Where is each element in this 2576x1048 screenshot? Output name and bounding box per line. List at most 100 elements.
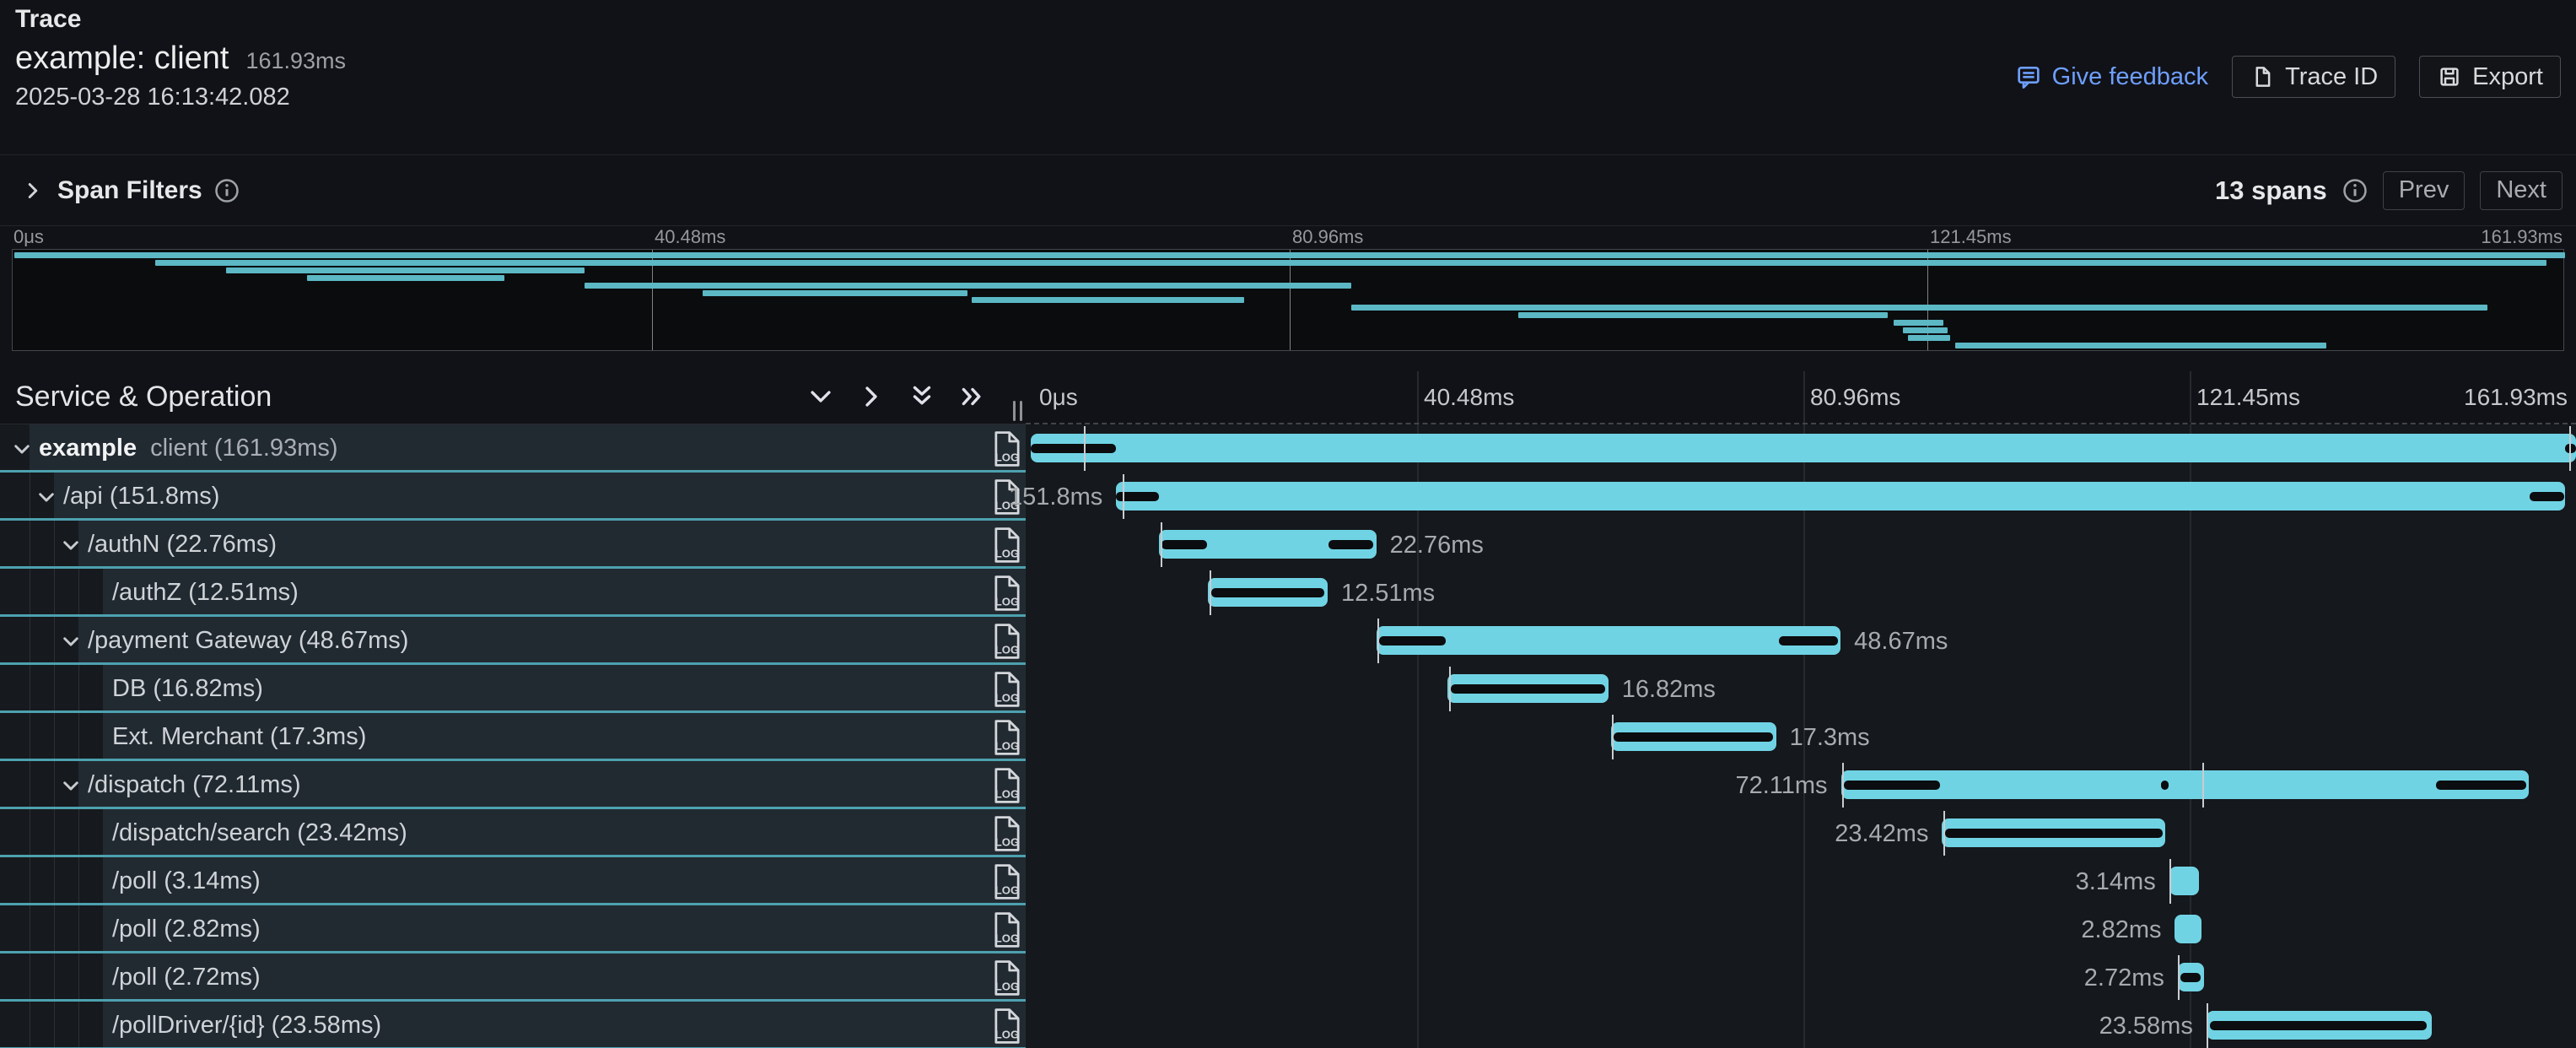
span-child-stripe <box>1779 636 1838 646</box>
expand-one-button[interactable] <box>857 382 886 411</box>
expand-all-button[interactable] <box>958 382 987 411</box>
trace-view: Trace example: client 161.93ms 2025-03-2… <box>0 0 2576 1048</box>
span-child-stripe <box>2530 492 2564 501</box>
log-icon[interactable]: LOG <box>992 766 1022 809</box>
trace-id-button[interactable]: Trace ID <box>2232 56 2395 98</box>
span-name-cell[interactable]: exampleclient (161.93ms)LOG <box>0 424 1026 473</box>
span-duration-label: 2.82ms <box>2081 916 2161 944</box>
ruler-tick-label: 40.48ms <box>1424 384 1514 411</box>
span-bar[interactable] <box>2169 867 2200 895</box>
table-row[interactable]: exampleclient (161.93ms)LOG <box>0 424 2576 473</box>
log-icon[interactable]: LOG <box>992 429 1022 473</box>
collapse-one-button[interactable] <box>806 382 835 411</box>
svg-text:LOG: LOG <box>995 1029 1019 1041</box>
minimap-tick-label: 40.48ms <box>655 226 725 248</box>
log-icon[interactable]: LOG <box>992 1007 1022 1048</box>
span-name-cell[interactable]: /authZ (12.51ms)LOG <box>0 569 1026 617</box>
row-chevron-down-icon[interactable] <box>60 775 82 801</box>
row-chevron-down-icon[interactable] <box>60 630 82 656</box>
export-button[interactable]: Export <box>2419 56 2561 98</box>
span-bar[interactable] <box>1031 434 2576 462</box>
table-row[interactable]: /authN (22.76ms)LOG22.76ms <box>0 521 2576 569</box>
span-filters-toggle[interactable]: Span Filters <box>0 176 240 205</box>
span-duration-label: 17.3ms <box>1790 724 1870 752</box>
span-name-cell[interactable]: Ext. Merchant (17.3ms)LOG <box>0 713 1026 761</box>
span-bar[interactable] <box>1159 530 1376 559</box>
span-log-marker <box>2569 426 2571 471</box>
log-icon[interactable]: LOG <box>992 622 1022 665</box>
row-chevron-down-icon[interactable] <box>11 438 33 464</box>
span-log-marker <box>2202 763 2204 808</box>
ruler-gridline <box>2190 371 2191 423</box>
span-bar[interactable] <box>1447 674 1608 703</box>
log-icon[interactable]: LOG <box>992 574 1022 617</box>
row-chevron-down-icon[interactable] <box>35 486 57 512</box>
table-row[interactable]: /poll (3.14ms)LOG3.14ms <box>0 857 2576 905</box>
indent-guide <box>54 761 55 807</box>
span-name-cell[interactable]: /poll (3.14ms)LOG <box>0 857 1026 905</box>
log-icon[interactable]: LOG <box>992 862 1022 905</box>
span-log-marker <box>2178 955 2180 1000</box>
span-log-marker <box>1161 522 1162 567</box>
span-bar[interactable] <box>1841 770 2530 799</box>
span-name-cell[interactable]: DB (16.82ms)LOG <box>0 665 1026 713</box>
table-row[interactable]: /poll (2.72ms)LOG2.72ms <box>0 953 2576 1002</box>
row-chevron-down-icon[interactable] <box>60 534 82 560</box>
log-icon[interactable]: LOG <box>992 526 1022 569</box>
span-bar[interactable] <box>1611 722 1776 751</box>
log-icon[interactable]: LOG <box>992 670 1022 713</box>
indent-guide <box>78 665 79 710</box>
table-row[interactable]: /poll (2.82ms)LOG 2.82ms <box>0 905 2576 953</box>
span-name-cell[interactable]: /pollDriver/{id} (23.58ms) LOG <box>0 1002 1026 1048</box>
timeline-minimap[interactable] <box>12 249 2564 351</box>
svg-text:LOG: LOG <box>995 548 1019 560</box>
log-icon[interactable]: LOG <box>992 959 1022 1002</box>
info-circle-icon[interactable] <box>2342 178 2368 203</box>
span-name-cell[interactable]: /authN (22.76ms)LOG <box>0 521 1026 569</box>
span-name-cell[interactable]: /dispatch/search (23.42ms)LOG <box>0 809 1026 857</box>
info-circle-icon[interactable] <box>214 178 240 203</box>
table-row[interactable]: /pollDriver/{id} (23.58ms)LOG23.58ms <box>0 1002 2576 1048</box>
table-row[interactable]: /payment Gateway (48.67ms)LOG48.67ms <box>0 617 2576 665</box>
span-bar[interactable] <box>2175 915 2201 943</box>
span-bar[interactable] <box>2207 1011 2432 1040</box>
panel-resize-handle[interactable] <box>1013 401 1022 421</box>
span-name-cell[interactable]: /dispatch (72.11ms)LOG <box>0 761 1026 809</box>
span-bar[interactable] <box>1208 578 1328 607</box>
table-row[interactable]: /dispatch (72.11ms)LOG 72.11ms <box>0 761 2576 809</box>
log-icon[interactable]: LOG <box>992 910 1022 953</box>
span-name-cell[interactable]: /payment Gateway (48.67ms)LOG <box>0 617 1026 665</box>
table-row[interactable]: /authZ (12.51ms)LOG12.51ms <box>0 569 2576 617</box>
collapse-all-button[interactable] <box>908 382 936 411</box>
give-feedback-link[interactable]: Give feedback <box>2015 63 2208 91</box>
span-bar[interactable] <box>2178 963 2204 991</box>
span-duration-label: 72.11ms <box>1735 772 1827 800</box>
collapse-toolbar <box>806 382 987 411</box>
ruler-tick-label: 0μs <box>1039 384 1078 411</box>
span-bar[interactable] <box>1377 626 1841 655</box>
table-row[interactable]: DB (16.82ms)LOG16.82ms <box>0 665 2576 713</box>
span-rows: exampleclient (161.93ms)LOG/api (151.8ms… <box>0 424 2576 1048</box>
span-name-cell[interactable]: /poll (2.82ms)LOG <box>0 905 1026 953</box>
table-row[interactable]: Ext. Merchant (17.3ms)LOG 17.3ms <box>0 713 2576 761</box>
prev-span-button[interactable]: Prev <box>2383 171 2466 210</box>
next-span-button[interactable]: Next <box>2480 171 2563 210</box>
minimap-span-bar <box>1518 312 1887 318</box>
svg-text:LOG: LOG <box>995 836 1019 849</box>
log-icon[interactable]: LOG <box>992 814 1022 857</box>
table-row[interactable]: /api (151.8ms)LOG151.8ms <box>0 473 2576 521</box>
indent-guide <box>54 665 55 710</box>
minimap-tick-label: 161.93ms <box>2481 226 2563 248</box>
span-name: /pollDriver/{id} (23.58ms) <box>112 1012 381 1040</box>
span-log-marker <box>1842 763 1844 808</box>
span-name-cell[interactable]: /poll (2.72ms)LOG <box>0 953 1026 1002</box>
span-name-cell[interactable]: /api (151.8ms)LOG <box>0 473 1026 521</box>
minimap-span-bar <box>1351 305 2487 311</box>
speech-bubble-icon <box>2015 63 2042 90</box>
table-row[interactable]: /dispatch/search (23.42ms)LOG23.42ms <box>0 809 2576 857</box>
span-bar[interactable] <box>1116 482 2564 510</box>
log-icon[interactable]: LOG <box>992 718 1022 761</box>
indent-guide <box>54 617 55 662</box>
span-bar[interactable] <box>1942 818 2165 847</box>
span-log-marker <box>1084 426 1086 471</box>
